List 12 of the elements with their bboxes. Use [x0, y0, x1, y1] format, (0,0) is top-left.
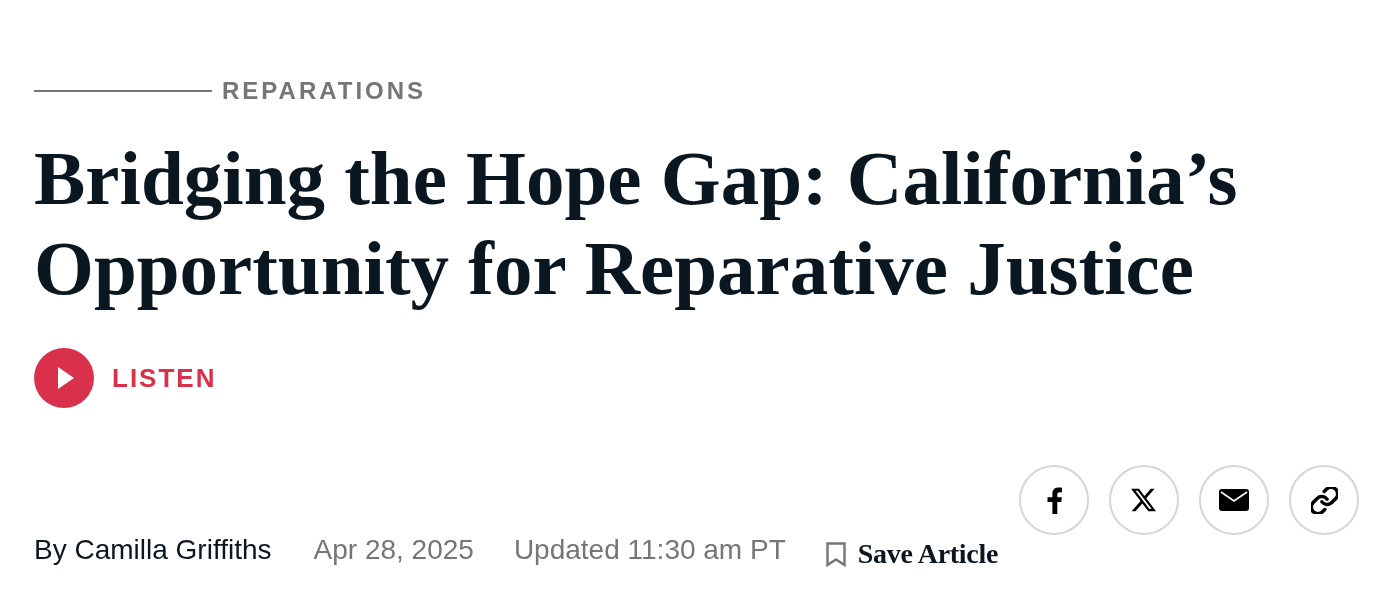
- facebook-icon: [1046, 486, 1062, 514]
- publish-date: Apr 28, 2025: [313, 534, 474, 566]
- article-headline: Bridging the Hope Gap: California’s Opportunity for Reparative Justice: [34, 134, 1239, 313]
- x-logo-icon: [1131, 488, 1157, 512]
- author-name: By Camilla Griffiths: [34, 534, 272, 566]
- save-article-button[interactable]: Save Article: [825, 538, 998, 570]
- section-label: REPARATIONS: [222, 76, 427, 106]
- listen-button[interactable]: LISTEN: [34, 348, 217, 408]
- play-icon: [34, 348, 94, 408]
- envelope-icon: [1219, 489, 1249, 511]
- chain-link-icon: [1310, 486, 1338, 514]
- updated-time: Updated 11:30 am PT: [513, 534, 786, 566]
